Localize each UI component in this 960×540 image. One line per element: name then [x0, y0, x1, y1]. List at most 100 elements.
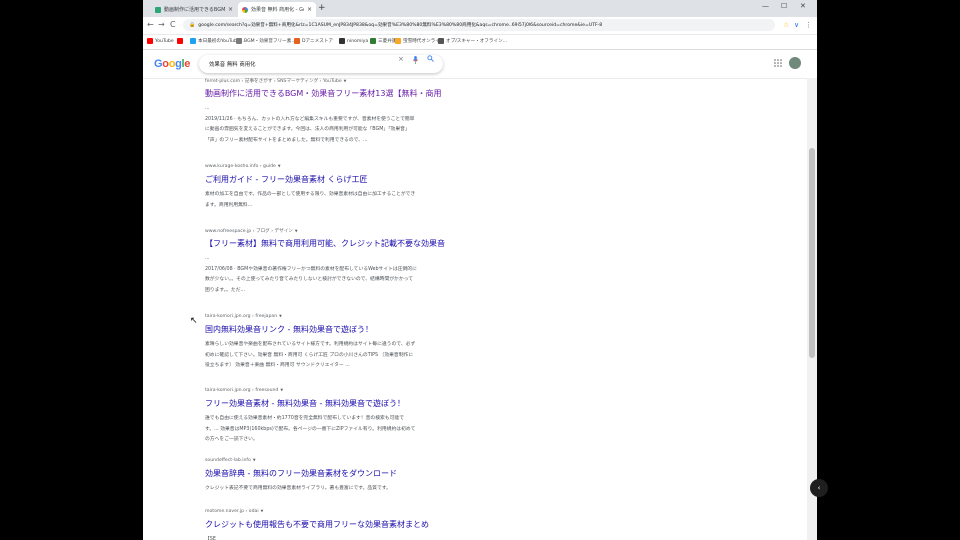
bookmark-item[interactable]: ninomiya	[339, 38, 368, 44]
search-result: taira-komori.jpn.org › freejapan ▼ 国内無料効果音…	[205, 314, 425, 372]
scrollbar[interactable]	[807, 78, 817, 540]
result-snippet: ... 2019/11/26 · もちろん、カットの入れ方など編集スキルも重要で…	[205, 106, 415, 143]
result-title-link[interactable]: 効果音辞典 - 無料のフリー効果音素材をダウンロード	[205, 468, 425, 479]
bookmark-label: YouTube	[155, 38, 174, 44]
side-panel-button[interactable]: ‹	[810, 479, 828, 497]
result-title-link[interactable]: 【フリー素材】無料で商用利用可能、クレジット記載不要な効果音	[205, 238, 445, 249]
mic-icon[interactable]	[413, 56, 418, 66]
result-url-text: taira-komori.jpn.org › freejapan	[205, 314, 278, 319]
minimize-button[interactable]: —	[762, 2, 769, 10]
menu-icon[interactable]: ⋮	[805, 21, 812, 29]
result-menu-caret-icon[interactable]: ▼	[261, 509, 264, 513]
result-url[interactable]: motome.naver.jp › odai ▼	[205, 509, 425, 515]
search-result: taira-komori.jpn.org › freesound ▼ フリー効果音素…	[205, 388, 425, 446]
result-menu-caret-icon[interactable]: ▼	[278, 164, 281, 168]
tab-close-icon[interactable]: ×	[307, 6, 312, 13]
logo-letter: e	[184, 58, 191, 70]
apps-grid-icon[interactable]	[774, 59, 782, 69]
search-query: 効果音 無料 商用化	[209, 62, 256, 68]
scrollbar-thumb[interactable]	[809, 148, 815, 358]
search-result: www.nofreespace.jp › ブログ › デザイン ▼ 【フリー素材】無…	[205, 228, 445, 296]
maximize-button[interactable]: ☐	[781, 2, 787, 10]
tab-title: 効果音 無料 商用化 - Google 検索	[251, 7, 304, 13]
result-url[interactable]: ferret-plus.com › 記事をさがす › SNSマーケティング › …	[205, 78, 425, 84]
result-snippet: 素晴らしい効果音や楽曲を配布されているサイト様方です。利用規約はサイト毎に違うの…	[205, 342, 416, 369]
result-menu-caret-icon[interactable]: ▼	[344, 79, 347, 83]
result-menu-caret-icon[interactable]: ▼	[295, 229, 298, 233]
bookmark-item[interactable]	[177, 38, 185, 44]
tab-strip: 動画制作に活用できるBGM・効果... × 効果音 無料 商用化 - Googl…	[143, 0, 817, 17]
address-bar[interactable]: 🔒 google.com/search?q=効果音+無料+商用化&rlz=1C1…	[183, 19, 775, 31]
browser-toolbar: ← → C 🔒 google.com/search?q=効果音+無料+商用化&r…	[143, 17, 817, 35]
search-icon[interactable]	[427, 55, 434, 64]
new-tab-button[interactable]: +	[318, 3, 326, 13]
clear-icon[interactable]: ×	[398, 55, 404, 63]
result-snippet: 素材の加工を自由です。作品の一部として使用する限り、効果音素材は自由に加工するこ…	[205, 192, 416, 208]
mouse-cursor-icon: ↖	[190, 316, 198, 326]
result-url-text: ferret-plus.com › 記事をさがす › SNSマーケティング › …	[205, 79, 342, 84]
google-favicon-icon	[242, 6, 248, 13]
star-icon[interactable]: ☆	[783, 21, 789, 29]
result-url[interactable]: www.nofreespace.jp › ブログ › デザイン ▼	[205, 228, 425, 234]
tab-title: 動画制作に活用できるBGM・効果...	[164, 7, 225, 13]
search-result: motome.naver.jp › odai ▼ クレジットも使用報告も不要で商用フ…	[205, 509, 429, 540]
search-result: soundeffect-lab.info ▼ 効果音辞典 - 無料のフリー効果音素材…	[205, 458, 425, 495]
result-snippet: 誰でも自由に使える効果音素材・約1770音を完全無料で配布しています！音の検索も…	[205, 416, 416, 443]
bookmark-icon	[395, 38, 401, 44]
forward-button[interactable]: →	[158, 20, 165, 29]
browser-window: 動画制作に活用できるBGM・効果... × 効果音 無料 商用化 - Googl…	[143, 0, 817, 540]
bookmark-label: 三菱弁護	[378, 39, 397, 44]
result-snippet: ... 2017/06/08 · BGMや効果音の著作権フリーかつ無料の素材を配…	[205, 256, 417, 293]
bookmark-icon	[236, 38, 242, 44]
close-window-button[interactable]: ✕	[800, 2, 806, 10]
search-box[interactable]: 効果音 無料 商用化	[199, 55, 443, 73]
bookmark-icon	[190, 38, 196, 44]
result-url-text: taira-komori.jpn.org › freesound	[205, 388, 279, 393]
result-menu-caret-icon[interactable]: ▼	[279, 314, 282, 318]
result-title-link[interactable]: フリー効果音素材 - 無料効果音 - 無料効果音で遊ぼう！	[205, 398, 425, 409]
bookmark-label: BGM・効果音フリー素...	[244, 39, 296, 44]
result-url[interactable]: www.kurage-kosho.info › guide ▼	[205, 164, 425, 170]
bookmark-icon	[177, 38, 183, 44]
result-url-text: www.kurage-kosho.info › guide	[205, 164, 276, 169]
result-menu-caret-icon[interactable]: ▼	[253, 458, 256, 462]
bookmark-item[interactable]: Dアニメストア	[294, 38, 333, 44]
result-url[interactable]: taira-komori.jpn.org › freejapan ▼	[205, 314, 425, 320]
bookmark-item[interactable]: オプ/スキャー・オフライン...	[438, 38, 507, 44]
bookmark-label: Dアニメストア	[302, 39, 334, 44]
bookmark-icon	[294, 38, 300, 44]
bookmarks-bar: YouTube 本日最初のYouTube... BGM・効果音フリー素... Dアニメ…	[143, 35, 817, 50]
bookmark-item[interactable]: 三菱弁護	[370, 38, 396, 44]
google-logo[interactable]: Google	[154, 58, 190, 70]
result-snippet: クレジット表記不要で商用無料の効果音素材ライブラリ。著も豊富にです。品質です。	[205, 486, 391, 491]
tab-video-bgm[interactable]: 動画制作に活用できるBGM・効果... ×	[151, 2, 237, 17]
bookmark-label: ninomiya	[347, 38, 369, 44]
bookmark-label: オプ/スキャー・オフライン...	[446, 39, 508, 44]
reload-button[interactable]: C	[170, 20, 176, 29]
search-result: www.kurage-kosho.info › guide ▼ ご利用ガイド - フ…	[205, 164, 425, 211]
result-menu-caret-icon[interactable]: ▼	[280, 388, 283, 392]
bookmark-icon	[147, 38, 153, 44]
result-url[interactable]: soundeffect-lab.info ▼	[205, 458, 425, 464]
bookmark-item[interactable]: YouTube	[147, 38, 174, 44]
back-button[interactable]: ←	[147, 20, 154, 29]
tab-close-icon[interactable]: ×	[228, 6, 233, 13]
address-url: google.com/search?q=効果音+無料+商用化&rlz=1C1AS…	[198, 23, 603, 28]
result-title-link[interactable]: 動画制作に活用できるBGM・効果音フリー素材13選【無料・商用	[205, 88, 441, 99]
result-url-text: soundeffect-lab.info	[205, 458, 251, 463]
result-title-link[interactable]: クレジットも使用報告も不要で商用フリーな効果音素材まとめ	[205, 519, 429, 530]
result-title-link[interactable]: ご利用ガイド - フリー効果音素材 くらげ工匠	[205, 174, 425, 185]
bookmark-icon	[339, 38, 345, 44]
result-title-link[interactable]: 国内無料効果音リンク - 無料効果音で遊ぼう！	[205, 324, 425, 335]
extension-icon[interactable]: ∨	[794, 21, 799, 29]
avatar[interactable]	[789, 57, 801, 69]
tab-google-search[interactable]: 効果音 無料 商用化 - Google 検索 ×	[238, 2, 316, 17]
result-url[interactable]: taira-komori.jpn.org › freesound ▼	[205, 388, 425, 394]
bookmark-item[interactable]: BGM・効果音フリー素...	[236, 38, 296, 44]
bookmark-item[interactable]: 蛍雪時代オンライン	[395, 38, 444, 44]
bookmark-icon	[438, 38, 444, 44]
result-url-text: motome.naver.jp › odai	[205, 509, 259, 514]
result-url-text: www.nofreespace.jp › ブログ › デザイン	[205, 229, 293, 234]
site-favicon-icon	[155, 6, 161, 13]
search-result: ferret-plus.com › 記事をさがす › SNSマーケティング › …	[205, 78, 441, 146]
